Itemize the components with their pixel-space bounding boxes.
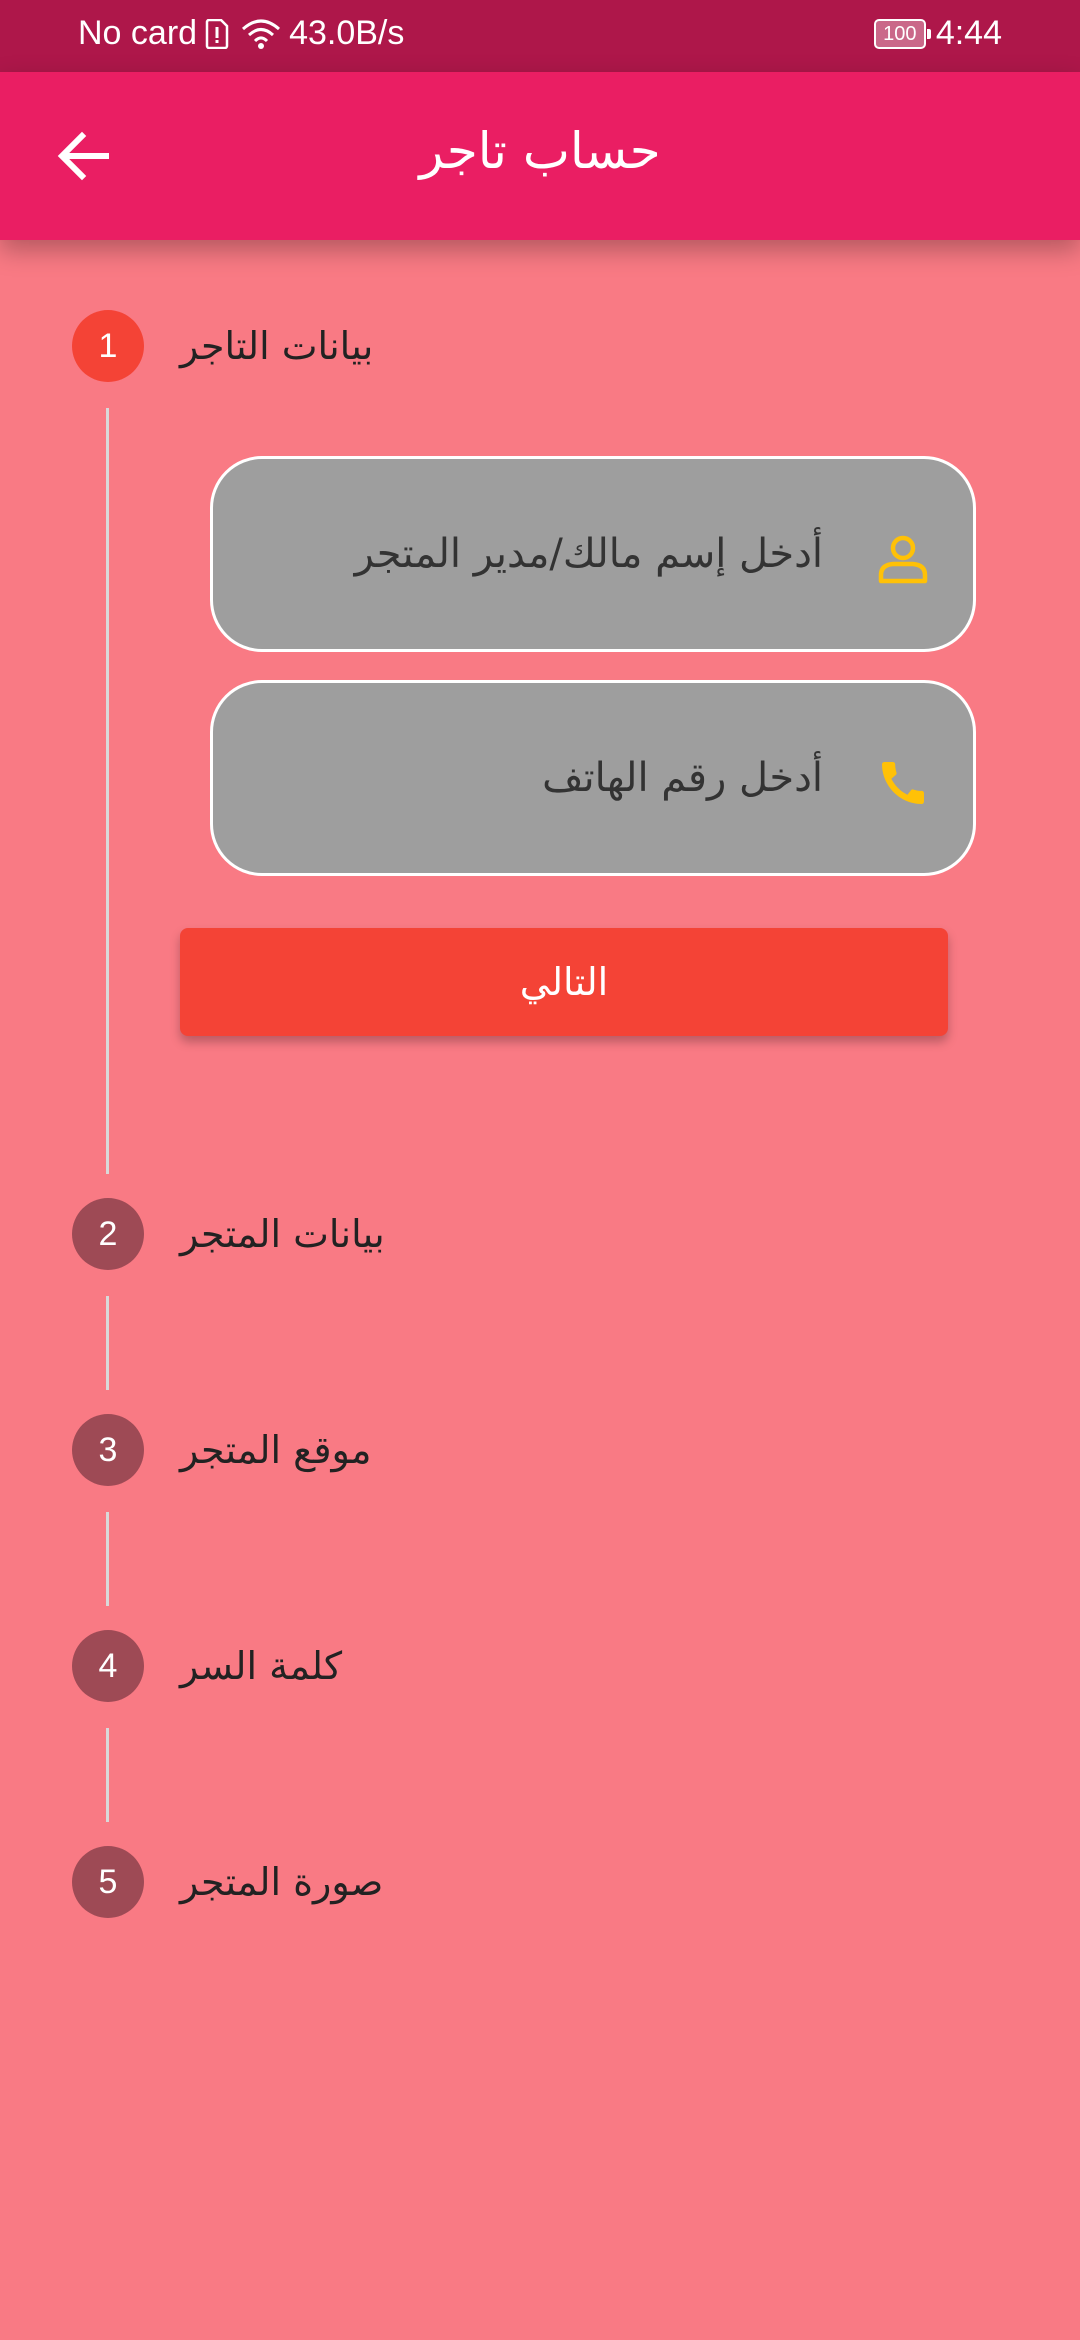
step-connector: [106, 408, 109, 1174]
stepper: 1 بيانات التاجر أدخل إسم مالك/مدير المتج…: [0, 0, 1080, 2340]
step-connector: [106, 1296, 109, 1390]
phone-icon: [882, 762, 924, 804]
step-4-title[interactable]: كلمة السر: [180, 1630, 342, 1702]
phone-placeholder: أدخل رقم الهاتف: [542, 755, 823, 801]
phone-field[interactable]: أدخل رقم الهاتف: [210, 680, 976, 876]
owner-name-placeholder: أدخل إسم مالك/مدير المتجر: [354, 531, 823, 577]
step-2-circle[interactable]: 2: [72, 1198, 144, 1270]
next-button[interactable]: التالي: [180, 928, 948, 1036]
step-5-title[interactable]: صورة المتجر: [180, 1846, 383, 1918]
step-5-circle[interactable]: 5: [72, 1846, 144, 1918]
step-3-circle[interactable]: 3: [72, 1414, 144, 1486]
step-2-title[interactable]: بيانات المتجر: [180, 1198, 385, 1270]
owner-name-field[interactable]: أدخل إسم مالك/مدير المتجر: [210, 456, 976, 652]
step-1-title[interactable]: بيانات التاجر: [180, 310, 373, 382]
step-3-title[interactable]: موقع المتجر: [180, 1414, 372, 1486]
person-icon: [878, 535, 928, 584]
step-connector: [106, 1512, 109, 1606]
step-1-circle[interactable]: 1: [72, 310, 144, 382]
step-connector: [106, 1728, 109, 1822]
step-4-circle[interactable]: 4: [72, 1630, 144, 1702]
